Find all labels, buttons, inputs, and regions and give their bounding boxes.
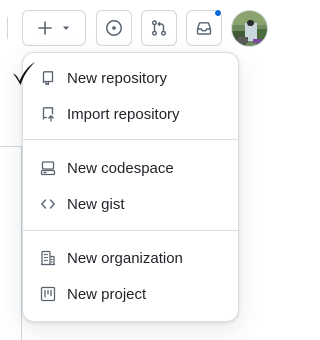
menu-item-label: New repository: [67, 69, 168, 87]
menu-item-label: Import repository: [67, 105, 180, 123]
issue-opened-icon: [105, 19, 123, 37]
notification-indicator: [214, 9, 222, 17]
repo-icon: [40, 70, 56, 86]
menu-item-new-repository[interactable]: New repository: [23, 62, 238, 94]
create-new-menu: New repository Import repository New cod…: [22, 52, 239, 322]
user-avatar[interactable]: [231, 10, 268, 47]
menu-item-import-repository[interactable]: Import repository: [23, 98, 238, 130]
menu-item-label: New project: [67, 285, 147, 303]
project-icon: [40, 286, 56, 302]
triangle-down-icon: [61, 23, 71, 33]
menu-item-new-project[interactable]: New project: [23, 278, 238, 310]
menu-item-label: New gist: [67, 195, 125, 213]
git-pull-request-icon: [150, 19, 168, 37]
menu-item-new-organization[interactable]: New organization: [23, 242, 238, 274]
codespaces-icon: [40, 160, 56, 176]
plus-icon: [37, 20, 53, 36]
create-new-button[interactable]: [22, 10, 86, 46]
inbox-icon: [195, 19, 213, 37]
issues-button[interactable]: [96, 10, 132, 46]
background-panel: [0, 146, 22, 340]
organization-icon: [40, 250, 56, 266]
pull-requests-button[interactable]: [141, 10, 177, 46]
menu-divider: [23, 139, 238, 140]
check-mark-icon: [10, 60, 40, 90]
repo-push-icon: [40, 106, 56, 122]
menu-item-label: New organization: [67, 249, 183, 267]
menu-item-label: New codespace: [67, 159, 174, 177]
code-icon: [40, 196, 56, 212]
header-divider: [7, 17, 8, 39]
menu-item-new-codespace[interactable]: New codespace: [23, 152, 238, 184]
menu-item-new-gist[interactable]: New gist: [23, 188, 238, 220]
menu-divider: [23, 230, 238, 231]
